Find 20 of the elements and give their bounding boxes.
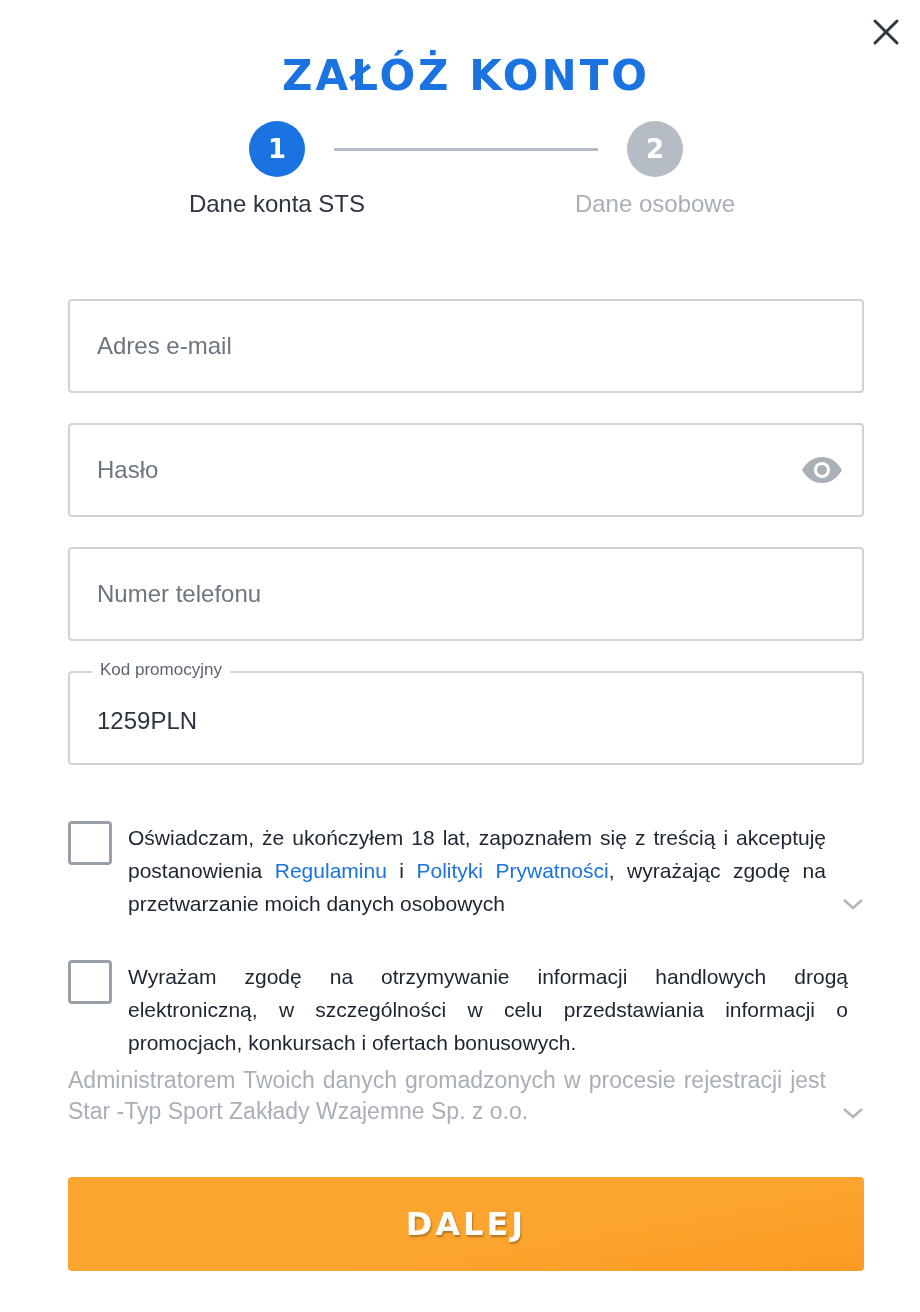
page-title: ZAŁÓŻ KONTO bbox=[280, 49, 652, 102]
eye-icon[interactable] bbox=[800, 456, 844, 484]
input-field[interactable]: Hasło bbox=[68, 423, 864, 517]
consent-text: Oświadczam, że ukończyłem 18 lat, zapoznałem się z treścią i akceptuję postanowienia Regulaminu i Polityki Prywatności, wyrażając zgodę na przetwarzanie moich danych osobowych bbox=[128, 825, 826, 917]
step-label: Dane konta STS bbox=[188, 189, 366, 219]
field-label: Kod promocyjny bbox=[92, 660, 230, 680]
step-label: Dane osobowe bbox=[574, 189, 736, 219]
consent-text: Wyrażam zgodę na otrzymywanie informacji handlowych drogą elektroniczną, w szczególności w celu przedstawiania informacji o promocjach, konkursach i ofertach bonusowych. bbox=[128, 964, 848, 1056]
step-number: 2 bbox=[627, 121, 683, 177]
chevron-down-icon[interactable] bbox=[842, 1107, 864, 1119]
checkbox[interactable] bbox=[68, 960, 112, 1004]
step-number: 1 bbox=[249, 121, 305, 177]
chevron-down-icon[interactable] bbox=[842, 898, 864, 910]
close-icon[interactable] bbox=[872, 18, 900, 46]
input-field[interactable]: Adres e-mail bbox=[68, 299, 864, 393]
link[interactable]: Regulaminu bbox=[274, 859, 387, 882]
admin-note: Administratorem Twoich danych gromadzonych w procesie rejestracji jest Star -Typ Sport Zakłady Wzajemne Sp. z o.o. bbox=[68, 1066, 826, 1126]
input-field[interactable]: Numer telefonu bbox=[68, 547, 864, 641]
checkbox[interactable] bbox=[68, 821, 112, 865]
link[interactable]: Polityki Prywatności bbox=[416, 859, 609, 882]
